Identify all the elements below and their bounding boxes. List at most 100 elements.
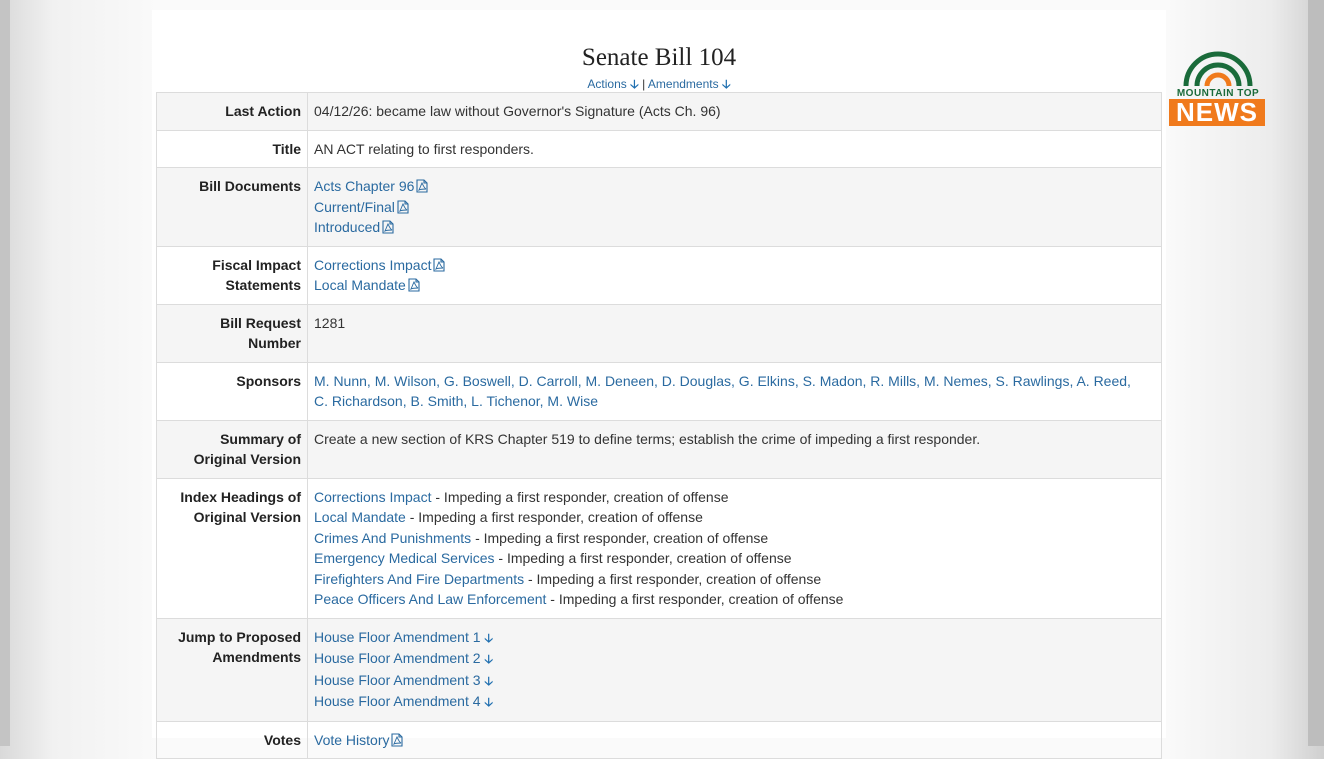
last-action-label: Last Action (156, 92, 308, 131)
bill-documents-value: Acts Chapter 96 Current/Final Introduced (307, 167, 1162, 247)
list-item: Firefighters And Fire Departments - Impe… (314, 569, 1155, 590)
index-link-local-mandate[interactable]: Local Mandate (314, 509, 406, 525)
title-label: Title (156, 129, 308, 168)
bill-info-table: Last Action 04/12/26: became law without… (156, 92, 1162, 759)
row-votes: Votes Vote History (156, 720, 1162, 759)
label-line: Summary of (220, 430, 301, 447)
logo-text-line-2: NEWS (1169, 99, 1265, 126)
amendment-link-4[interactable]: House Floor Amendment 4 🡣 (314, 693, 493, 709)
summary-value: Create a new section of KRS Chapter 519 … (307, 419, 1162, 479)
index-description: - Impeding a first responder, creation o… (471, 529, 769, 546)
fiscal-link-label: Local Mandate (314, 277, 406, 293)
arrow-down-icon: 🡣 (484, 630, 494, 645)
bill-request-value: 1281 (307, 303, 1162, 363)
doc-link-acts-chapter[interactable]: Acts Chapter 96 (314, 178, 428, 194)
row-summary: Summary of Original Version Create a new … (156, 419, 1162, 479)
sponsors-link-line-2[interactable]: C. Richardson, B. Smith, L. Tichenor, M.… (314, 393, 598, 409)
bill-request-label: Bill Request Number (156, 303, 308, 363)
index-headings-value: Corrections Impact - Impeding a first re… (307, 477, 1162, 619)
amendment-link-1[interactable]: House Floor Amendment 1 🡣 (314, 629, 493, 645)
vote-history-link[interactable]: Vote History (314, 731, 404, 748)
index-description: - Impeding a first responder, creation o… (494, 550, 792, 566)
vote-history-label: Vote History (314, 731, 390, 748)
pdf-icon (391, 732, 404, 747)
label-line: Jump to Proposed (178, 628, 301, 645)
amendments-link[interactable]: Amendments 🡣 (648, 77, 731, 91)
bill-page: Senate Bill 104 Actions 🡣 | Amendments 🡣… (152, 10, 1166, 759)
video-frame-edge-left (0, 0, 10, 746)
row-bill-request: Bill Request Number 1281 (156, 303, 1162, 363)
row-sponsors: Sponsors M. Nunn, M. Wilson, G. Boswell,… (156, 361, 1162, 421)
votes-label: Votes (156, 720, 308, 759)
actions-link[interactable]: Actions 🡣 (587, 77, 638, 91)
row-fiscal-impact: Fiscal Impact Statements Corrections Impa… (156, 245, 1162, 305)
label-line: Original Version (193, 509, 301, 525)
amendments-link-label: Amendments (647, 77, 719, 91)
row-index-headings: Index Headings of Original Version Correc… (156, 477, 1162, 619)
doc-link-introduced[interactable]: Introduced (314, 219, 394, 235)
amendment-link-label: House Floor Amendment 3 (314, 671, 481, 688)
jump-amendments-label: Jump to Proposed Amendments (156, 617, 308, 722)
bill-documents-label: Bill Documents (156, 167, 308, 247)
title-value: AN ACT relating to first responders. (307, 129, 1162, 168)
mountain-top-news-logo: MOUNTAIN TOP NEWS (1166, 24, 1270, 128)
index-link-firefighters[interactable]: Firefighters And Fire Departments (314, 571, 524, 587)
index-description: - Impeding a first responder, creation o… (405, 509, 703, 525)
sponsors-link-line-1[interactable]: M. Nunn, M. Wilson, G. Boswell, D. Carro… (314, 373, 1131, 389)
row-last-action: Last Action 04/12/26: became law without… (156, 92, 1162, 131)
label-line: Index Headings of (180, 488, 301, 505)
arrow-down-icon: 🡣 (484, 695, 494, 709)
nav-separator: | (642, 77, 646, 91)
label-line: Number (248, 335, 301, 351)
row-jump-amendments: Jump to Proposed Amendments House Floor A… (156, 617, 1162, 722)
pdf-icon (382, 220, 394, 234)
amendment-link-label: House Floor Amendment 1 (314, 628, 481, 645)
fiscal-link-label: Corrections Impact (314, 256, 432, 273)
pdf-icon (408, 278, 420, 292)
list-item: Local Mandate - Impeding a first respond… (314, 507, 1155, 528)
fiscal-link-local-mandate[interactable]: Local Mandate (314, 277, 420, 293)
fiscal-impact-label: Fiscal Impact Statements (156, 245, 308, 305)
logo-arch-icon (1183, 51, 1253, 87)
jump-amendments-value: House Floor Amendment 1 🡣 House Floor Am… (307, 617, 1162, 722)
sponsors-value: M. Nunn, M. Wilson, G. Boswell, D. Carro… (307, 361, 1162, 421)
index-headings-label: Index Headings of Original Version (156, 477, 308, 619)
index-link-corrections-impact[interactable]: Corrections Impact (314, 489, 431, 505)
sponsors-label: Sponsors (156, 361, 308, 421)
arrow-down-icon: 🡣 (721, 77, 731, 91)
actions-link-label: Actions (587, 77, 627, 91)
list-item: Corrections Impact - Impeding a first re… (314, 487, 1155, 508)
votes-value: Vote History (307, 720, 1162, 759)
label-line: Amendments (212, 649, 301, 665)
summary-label: Summary of Original Version (156, 419, 308, 479)
list-item: Emergency Medical Services - Impeding a … (314, 548, 1155, 569)
label-line: Original Version (193, 451, 301, 467)
video-frame-edge-right (1308, 0, 1324, 746)
row-bill-documents: Bill Documents Acts Chapter 96 Current/F… (156, 167, 1162, 247)
amendment-link-2[interactable]: House Floor Amendment 2 🡣 (314, 650, 493, 666)
pdf-icon (397, 199, 409, 214)
index-description: - Impeding a first responder, creation o… (524, 570, 822, 587)
index-link-crimes-punishments[interactable]: Crimes And Punishments (314, 530, 471, 546)
row-title: Title AN ACT relating to first responder… (156, 129, 1162, 168)
arrow-down-icon: 🡣 (484, 673, 494, 688)
pdf-icon (416, 179, 428, 193)
label-line: Bill Request (220, 314, 301, 331)
doc-link-label: Introduced (314, 219, 381, 235)
amendment-link-label: House Floor Amendment 2 (314, 650, 481, 666)
last-action-value: 04/12/26: became law without Governor's … (307, 92, 1162, 131)
fiscal-link-corrections[interactable]: Corrections Impact (314, 256, 446, 273)
page-title: Senate Bill 104 (581, 44, 737, 71)
index-description: - Impeding a first responder, creation o… (431, 488, 729, 505)
amendment-link-label: House Floor Amendment 4 (314, 693, 481, 709)
arrow-down-icon: 🡣 (484, 652, 494, 666)
list-item: Peace Officers And Law Enforcement - Imp… (314, 589, 1155, 610)
index-link-peace-officers[interactable]: Peace Officers And Law Enforcement (314, 591, 546, 607)
index-description: - Impeding a first responder, creation o… (546, 591, 844, 607)
arrow-down-icon: 🡣 (630, 77, 639, 91)
fiscal-impact-value: Corrections Impact Local Mandate (307, 245, 1162, 305)
doc-link-current-final[interactable]: Current/Final (314, 199, 409, 215)
index-link-emergency-medical[interactable]: Emergency Medical Services (314, 550, 495, 566)
label-line: Fiscal Impact (212, 256, 301, 273)
amendment-link-3[interactable]: House Floor Amendment 3 🡣 (314, 672, 493, 688)
